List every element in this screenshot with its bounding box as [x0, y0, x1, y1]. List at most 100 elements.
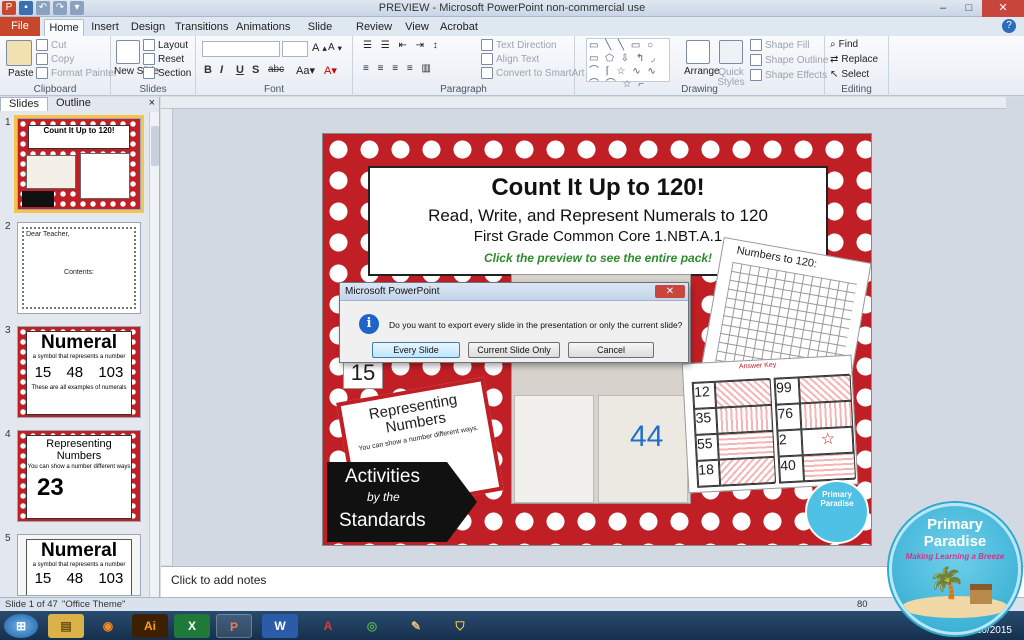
find-button[interactable]: ⌕ Find: [830, 39, 858, 50]
maximize-button[interactable]: □: [956, 0, 982, 17]
current-slide-only-button[interactable]: Current Slide Only: [468, 342, 560, 358]
shape-fill-button[interactable]: Shape Fill: [750, 39, 809, 51]
logo-line-1: Primary: [927, 516, 983, 533]
quick-styles-button[interactable]: Quick Styles: [716, 68, 746, 88]
tab-transitions[interactable]: Transitions: [175, 19, 228, 36]
tab-view[interactable]: View: [404, 19, 430, 36]
tab-review[interactable]: Review: [356, 19, 392, 36]
list-buttons[interactable]: ☰ ☰ ⇤ ⇥ ↕: [363, 40, 441, 51]
thumbnail-panel: Representing Numbers You can show a numb…: [26, 435, 132, 519]
answer-cell: 40: [778, 455, 805, 483]
bold-button[interactable]: B: [204, 64, 212, 76]
numeral-example: 48: [66, 570, 84, 587]
tab-slides[interactable]: Slides: [0, 97, 48, 111]
replace-button[interactable]: ⇄ Replace: [830, 54, 878, 65]
quick-styles-icon[interactable]: [719, 40, 743, 64]
thumbnail-subtitle: Contents:: [64, 269, 94, 276]
notes-placeholder[interactable]: Click to add notes: [171, 573, 266, 587]
slides-pane-scrollbar[interactable]: [149, 112, 159, 597]
change-case-button[interactable]: Aa▾: [296, 64, 315, 77]
thumbnail-image[interactable]: Count It Up to 120!: [14, 115, 144, 213]
paint-icon[interactable]: ✎: [398, 614, 434, 638]
text-direction-button[interactable]: Text Direction: [481, 39, 557, 51]
convert-smartart-button[interactable]: Convert to SmartArt: [481, 67, 584, 79]
numeral-card: 15: [343, 359, 383, 389]
excel-icon[interactable]: X: [174, 614, 210, 638]
thumbnail-image[interactable]: Numeral a symbol that represents a numbe…: [17, 326, 141, 418]
thumbnail-subtitle: a symbol that represents a number: [32, 562, 126, 568]
mini-logo-text: Primary Paradise: [820, 490, 854, 508]
answer-pattern: [718, 456, 777, 486]
font-name-dropdown[interactable]: [202, 41, 280, 57]
zoom-level[interactable]: 80: [857, 599, 868, 610]
select-button[interactable]: ↖ Select: [830, 69, 869, 80]
help-icon[interactable]: ?: [1002, 19, 1016, 33]
cut-button[interactable]: Cut: [36, 39, 67, 51]
paste-icon[interactable]: [6, 40, 32, 66]
badge-line-1: Activities: [345, 466, 420, 487]
paste-button[interactable]: Paste: [8, 68, 34, 79]
layout-button[interactable]: Layout: [143, 39, 188, 51]
underline-button[interactable]: U: [236, 64, 244, 76]
thumbnail-image[interactable]: Numeral a symbol that represents a numbe…: [17, 534, 141, 596]
numeral-example: 15: [34, 570, 52, 587]
file-explorer-icon[interactable]: ▤: [48, 614, 84, 638]
security-shield-icon[interactable]: ⛉: [442, 614, 478, 638]
answer-cell: 35: [694, 407, 718, 435]
acrobat-icon[interactable]: A: [310, 614, 346, 638]
logo-tagline: Making Learning a Breeze: [905, 552, 1005, 561]
tab-file[interactable]: File: [0, 17, 40, 36]
close-button[interactable]: ✕: [982, 0, 1024, 17]
arrange-icon[interactable]: [686, 40, 710, 64]
thumbnail-panel: Numeral a symbol that represents a numbe…: [26, 331, 132, 415]
answer-pattern: [798, 374, 852, 404]
shadow-button[interactable]: S: [252, 64, 259, 76]
tab-acrobat[interactable]: Acrobat: [440, 19, 478, 36]
pane-close-icon[interactable]: ×: [149, 97, 155, 109]
every-slide-button[interactable]: Every Slide: [372, 342, 460, 358]
word-icon[interactable]: W: [262, 614, 298, 638]
shape-outline-button[interactable]: Shape Outline: [750, 54, 828, 66]
powerpoint-taskbar-icon[interactable]: P: [216, 614, 252, 638]
tab-animations[interactable]: Animations: [236, 19, 290, 36]
logo-line-2: Paradise: [923, 533, 987, 550]
shapes-gallery[interactable]: ▭ ╲ ╲ ▭ ○ ▭ ⬠ ⇩ ↰ ◞ ⌒ ⌈ ☆ ∿ ∿ ⌒ ⌒ ☆ ⌐: [586, 38, 670, 90]
font-color-button[interactable]: A▾: [324, 64, 337, 77]
new-slide-icon[interactable]: [116, 40, 140, 64]
editing-group: ⌕ Find ⇄ Replace ↖ Select Editing: [825, 36, 889, 96]
strikethrough-button[interactable]: abc: [268, 64, 284, 75]
illustrator-icon[interactable]: Ai: [132, 614, 168, 638]
format-painter-button[interactable]: Format Painter: [36, 67, 117, 79]
start-button[interactable]: ⊞: [4, 614, 38, 638]
shape-effects-button[interactable]: Shape Effects: [750, 69, 827, 81]
answer-cell: 2: [777, 429, 803, 457]
tab-outline[interactable]: Outline: [48, 97, 99, 111]
scrollbar-thumb[interactable]: [151, 126, 159, 166]
cancel-button[interactable]: Cancel: [568, 342, 654, 358]
minimize-button[interactable]: –: [930, 0, 956, 17]
binoculars-icon: ⌕: [830, 39, 836, 50]
section-button[interactable]: Section: [143, 67, 191, 79]
tab-home[interactable]: Home: [44, 19, 84, 36]
tab-design[interactable]: Design: [128, 19, 168, 36]
align-text-button[interactable]: Align Text: [481, 53, 539, 65]
thumbnail-image[interactable]: Dear Teacher, Contents:: [17, 222, 141, 314]
reset-button[interactable]: Reset: [143, 53, 184, 65]
italic-button[interactable]: I: [220, 64, 223, 76]
tab-insert[interactable]: Insert: [88, 19, 122, 36]
copy-button[interactable]: Copy: [36, 53, 74, 65]
vertical-ruler: [161, 109, 173, 565]
thumbnail-number: 3: [5, 325, 11, 336]
font-size-dropdown[interactable]: [282, 41, 308, 57]
chrome-icon[interactable]: ◎: [354, 614, 390, 638]
grow-font-button[interactable]: A ▴: [312, 42, 327, 54]
firefox-icon[interactable]: ◉: [90, 614, 126, 638]
tab-slide-show[interactable]: Slide Show: [296, 19, 344, 49]
dialog-close-button[interactable]: ✕: [655, 285, 685, 298]
thumbnail-image[interactable]: Representing Numbers You can show a numb…: [17, 430, 141, 522]
font-group: A ▴ A ▾ B I U S abc Aa▾ A▾ Font: [196, 36, 353, 96]
shrink-font-button[interactable]: A ▾: [328, 42, 342, 53]
align-buttons[interactable]: ≡ ≡ ≡ ≡ ▥: [363, 63, 434, 74]
font-label: Font: [263, 84, 284, 95]
arrange-button[interactable]: Arrange: [684, 66, 720, 77]
